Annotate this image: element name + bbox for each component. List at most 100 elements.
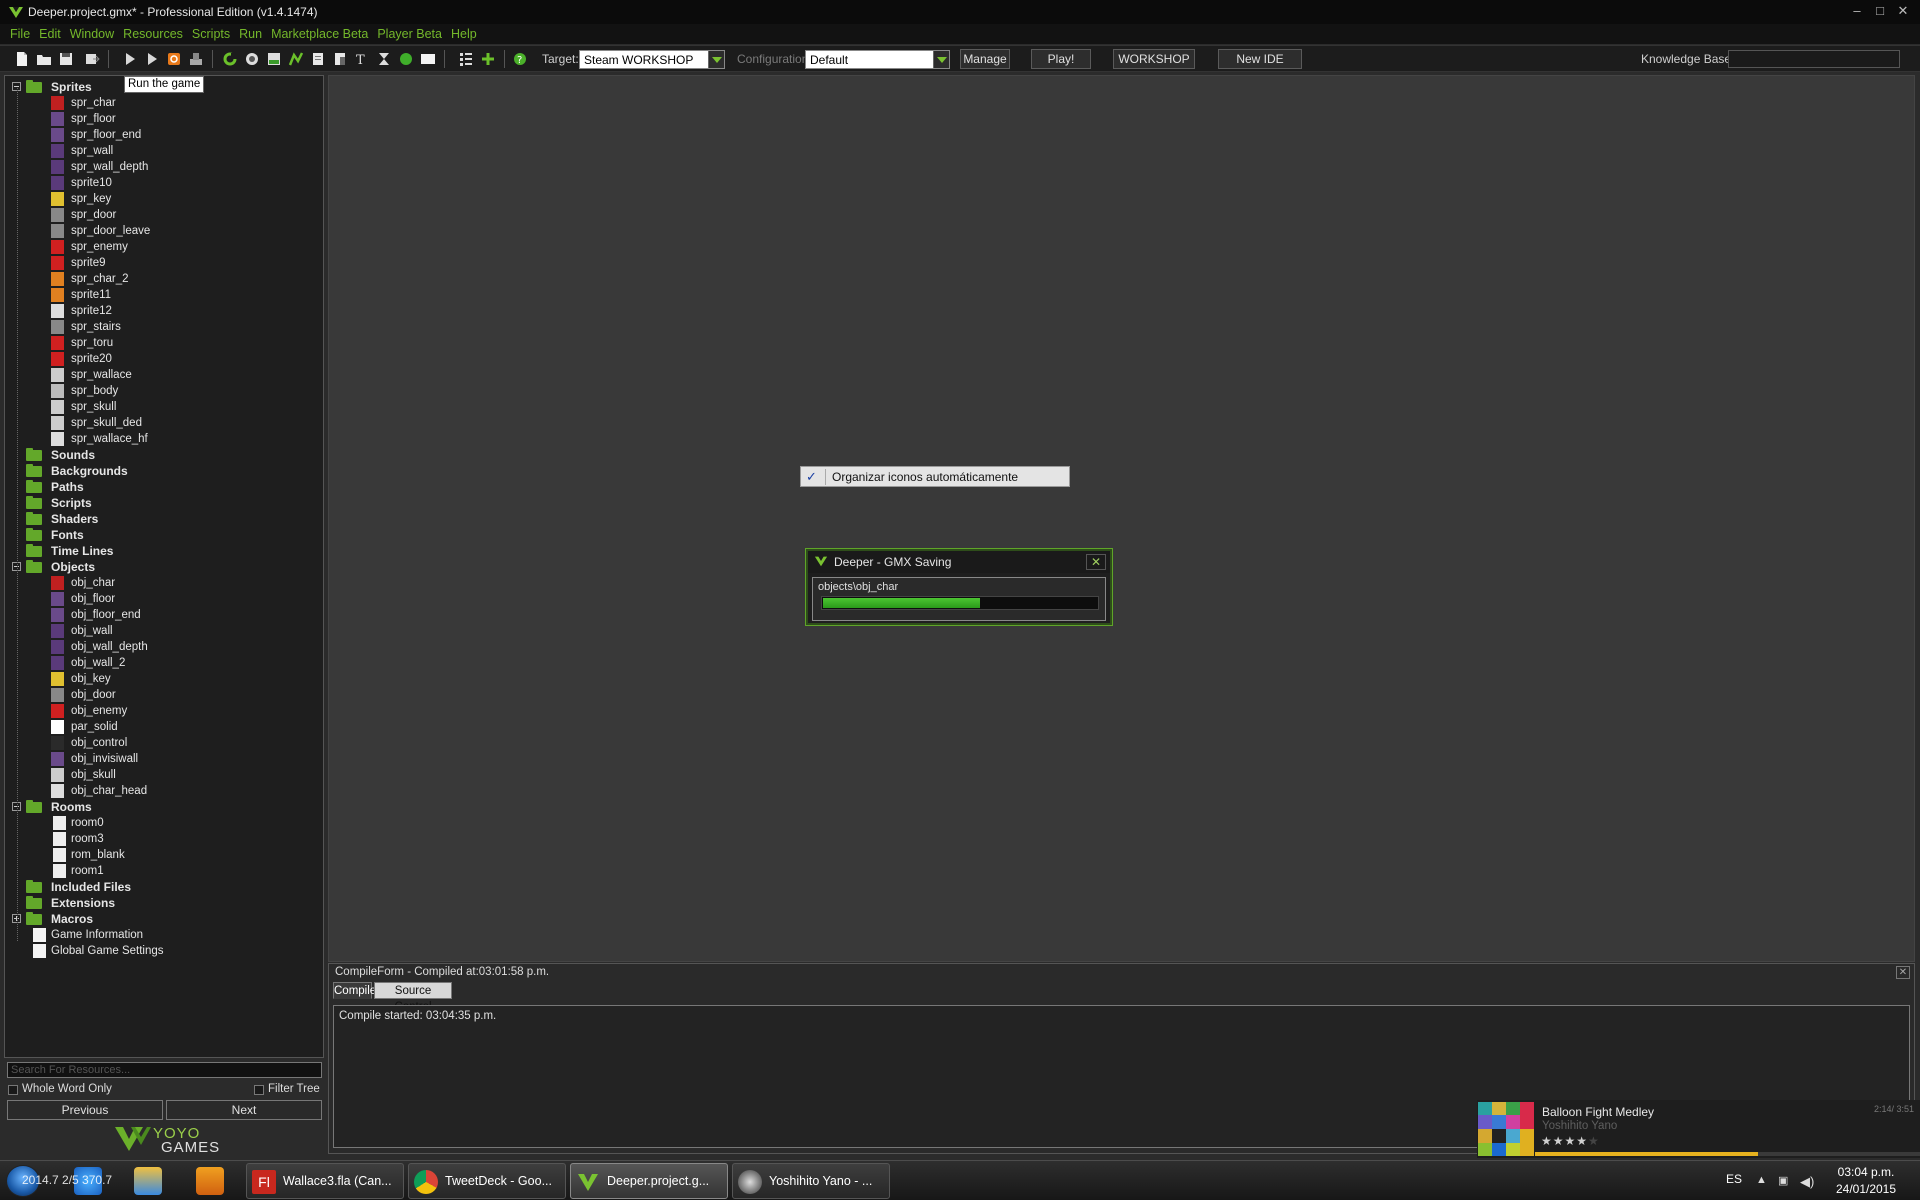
room-resource-icon[interactable]	[420, 51, 436, 67]
font-resource-icon[interactable]: T	[354, 51, 370, 67]
tree-folder-extensions[interactable]: Extensions	[5, 895, 321, 911]
chevron-down-icon[interactable]	[708, 51, 724, 68]
tree-item-sprite[interactable]: sprite12	[5, 303, 321, 319]
star-rating[interactable]: ★★★★★	[1541, 1134, 1600, 1148]
tree-item-object[interactable]: obj_char_head	[5, 783, 321, 799]
menu-help[interactable]: Help	[451, 27, 477, 41]
task-music-player[interactable]: Yoshihito Yano - ...	[732, 1163, 890, 1199]
run-icon[interactable]	[122, 51, 138, 67]
filter-tree-checkbox[interactable]	[254, 1085, 264, 1095]
task-gamemaker[interactable]: Deeper.project.g...	[570, 1163, 728, 1199]
tree-folder-paths[interactable]: Paths	[5, 479, 321, 495]
chevron-down-icon[interactable]	[933, 51, 949, 68]
tree-item-sprite[interactable]: spr_floor	[5, 111, 321, 127]
new-ide-button[interactable]: New IDE	[1218, 49, 1302, 69]
tree-item-object[interactable]: obj_invisiwall	[5, 751, 321, 767]
tab-source-control[interactable]: Source Control	[374, 982, 452, 1013]
tree-folder-scripts[interactable]: Scripts	[5, 495, 321, 511]
tree-item-room[interactable]: rom_blank	[5, 847, 321, 863]
create-executable-icon[interactable]	[188, 51, 204, 67]
close-icon[interactable]: ✕	[1892, 2, 1914, 20]
shader-resource-icon[interactable]	[332, 51, 348, 67]
tree-item-sprite[interactable]: spr_skull_ded	[5, 415, 321, 431]
tree-folder-sounds[interactable]: Sounds	[5, 447, 321, 463]
tree-item-sprite[interactable]: spr_skull	[5, 399, 321, 415]
configuration-select[interactable]: Default	[805, 50, 950, 69]
new-file-icon[interactable]	[14, 51, 30, 67]
tree-item-sprite[interactable]: spr_char_2	[5, 271, 321, 287]
save-icon[interactable]	[58, 51, 74, 67]
tree-item-sprite[interactable]: sprite9	[5, 255, 321, 271]
close-icon[interactable]: ✕	[1896, 966, 1910, 979]
tree-item-sprite[interactable]: sprite20	[5, 351, 321, 367]
menu-edit[interactable]: Edit	[39, 27, 61, 41]
tree-folder-shaders[interactable]: Shaders	[5, 511, 321, 527]
menu-file[interactable]: File	[10, 27, 30, 41]
knowledge-base-input[interactable]	[1728, 50, 1900, 68]
tree-item-object[interactable]: par_solid	[5, 719, 321, 735]
clock-date[interactable]: 24/01/2015	[1832, 1182, 1900, 1196]
auto-arrange-menu-item[interactable]: ✓ Organizar iconos automáticamente	[800, 466, 1070, 487]
tree-item-object[interactable]: obj_enemy	[5, 703, 321, 719]
object-resource-icon[interactable]	[398, 51, 414, 67]
tree-item-room[interactable]: room3	[5, 831, 321, 847]
task-flash[interactable]: Fl Wallace3.fla (Can...	[246, 1163, 404, 1199]
background-resource-icon[interactable]	[266, 51, 282, 67]
tree-item-sprite[interactable]: sprite10	[5, 175, 321, 191]
close-icon[interactable]: ✕	[1086, 554, 1106, 570]
menu-window[interactable]: Window	[70, 27, 114, 41]
debug-icon[interactable]	[144, 51, 160, 67]
play-button[interactable]: Play!	[1031, 49, 1091, 69]
tree-item-sprite[interactable]: spr_body	[5, 383, 321, 399]
clean-icon[interactable]	[222, 51, 238, 67]
tree-item-object[interactable]: obj_wall	[5, 623, 321, 639]
tree-item-sprite[interactable]: spr_toru	[5, 335, 321, 351]
timeline-resource-icon[interactable]	[376, 51, 392, 67]
previous-button[interactable]: Previous	[7, 1100, 163, 1120]
menu-player[interactable]: Player Beta	[377, 27, 442, 41]
help-icon[interactable]: ?	[512, 51, 528, 67]
clock-time[interactable]: 03:04 p.m.	[1836, 1165, 1896, 1179]
task-tweetdeck[interactable]: TweetDeck - Goo...	[408, 1163, 566, 1199]
sound-resource-icon[interactable]	[244, 51, 260, 67]
tree-item-sprite[interactable]: spr_door	[5, 207, 321, 223]
script-resource-icon[interactable]	[310, 51, 326, 67]
tree-item-object[interactable]: obj_control	[5, 735, 321, 751]
tree-item-global-game-settings[interactable]: Global Game Settings	[5, 943, 321, 959]
tree-item-object[interactable]: obj_char	[5, 575, 321, 591]
tree-item-sprite[interactable]: spr_door_leave	[5, 223, 321, 239]
track-progress-bar[interactable]	[1535, 1152, 1920, 1156]
menu-marketplace[interactable]: Marketplace Beta	[271, 27, 368, 41]
tree-item-sprite[interactable]: spr_enemy	[5, 239, 321, 255]
tree-item-room[interactable]: room0	[5, 815, 321, 831]
tree-item-sprite[interactable]: spr_wallace_hf	[5, 431, 321, 447]
tree-folder-fonts[interactable]: Fonts	[5, 527, 321, 543]
target-select[interactable]: Steam WORKSHOP	[579, 50, 725, 69]
tree-item-sprite[interactable]: spr_key	[5, 191, 321, 207]
language-indicator[interactable]: ES	[1726, 1172, 1742, 1186]
tree-item-object[interactable]: obj_key	[5, 671, 321, 687]
tree-item-object[interactable]: obj_wall_2	[5, 655, 321, 671]
workspace-area[interactable]	[328, 75, 1915, 962]
tab-compile[interactable]: Compile	[333, 982, 376, 999]
workshop-button[interactable]: WORKSHOP	[1113, 49, 1195, 69]
media-player-icon[interactable]	[196, 1167, 224, 1195]
tree-item-object[interactable]: obj_door	[5, 687, 321, 703]
volume-icon[interactable]: ◀)	[1800, 1174, 1814, 1190]
menu-resources[interactable]: Resources	[123, 27, 183, 41]
tree-item-sprite[interactable]: spr_char	[5, 95, 321, 111]
next-button[interactable]: Next	[166, 1100, 322, 1120]
tree-folder-objects[interactable]: Objects	[5, 559, 321, 575]
stop-icon[interactable]	[166, 51, 182, 67]
tree-item-game-information[interactable]: Game Information	[5, 927, 321, 943]
tree-folder-time-lines[interactable]: Time Lines	[5, 543, 321, 559]
search-resources-input[interactable]: Search For Resources...	[7, 1062, 322, 1078]
export-icon[interactable]	[84, 51, 100, 67]
path-resource-icon[interactable]	[288, 51, 304, 67]
minimize-icon[interactable]: –	[1846, 2, 1868, 20]
tree-item-sprite[interactable]: spr_wall_depth	[5, 159, 321, 175]
tree-item-object[interactable]: obj_wall_depth	[5, 639, 321, 655]
tree-folder-backgrounds[interactable]: Backgrounds	[5, 463, 321, 479]
menu-scripts[interactable]: Scripts	[192, 27, 230, 41]
tree-item-sprite[interactable]: spr_wall	[5, 143, 321, 159]
